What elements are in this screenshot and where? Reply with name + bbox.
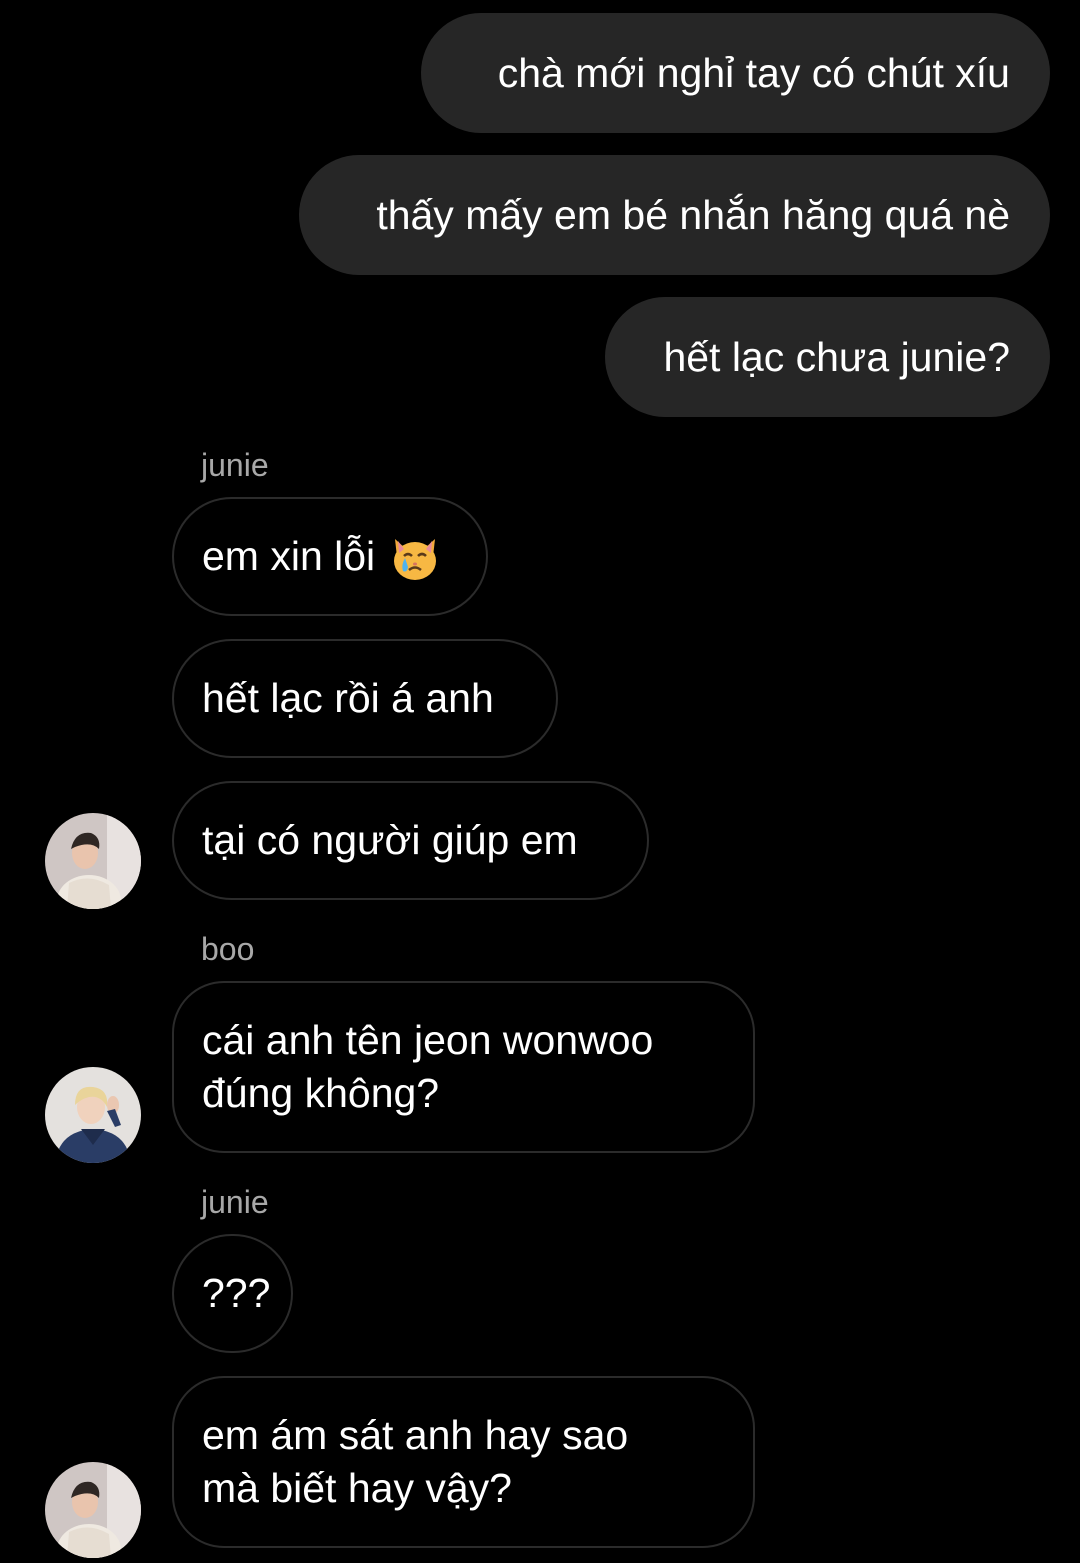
message-text: thấy mấy em bé nhắn hăng quá nè: [376, 191, 1010, 238]
message-text-line: cái anh tên jeon wonwoo: [202, 1017, 654, 1063]
message-text-line: em ám sát anh hay sao: [202, 1412, 629, 1458]
message-text: hết lạc chưa junie?: [663, 333, 1010, 380]
message-text: ???: [202, 1270, 271, 1316]
avatar[interactable]: [45, 1067, 141, 1163]
message-text-line: đúng không?: [202, 1070, 440, 1116]
avatar[interactable]: [45, 1462, 141, 1558]
message-text: em xin lỗi: [202, 533, 376, 579]
sender-name-label: junie: [201, 1184, 269, 1220]
incoming-message[interactable]: em ám sát anh hay sao mà biết hay vậy?: [172, 1376, 755, 1548]
incoming-message[interactable]: cái anh tên jeon wonwoo đúng không?: [172, 981, 755, 1153]
outgoing-message[interactable]: hết lạc chưa junie?: [605, 297, 1050, 417]
outgoing-message[interactable]: chà mới nghỉ tay có chút xíu: [421, 13, 1050, 133]
message-text: tại có người giúp em: [202, 817, 578, 863]
avatar[interactable]: [45, 813, 141, 909]
outgoing-message[interactable]: thấy mấy em bé nhắn hăng quá nè: [299, 155, 1050, 275]
incoming-message[interactable]: ???: [172, 1234, 293, 1353]
message-text-line: mà biết hay vậy?: [202, 1465, 512, 1511]
message-text: chà mới nghỉ tay có chút xíu: [497, 49, 1010, 96]
message-text: hết lạc rồi á anh: [202, 675, 494, 721]
incoming-message[interactable]: tại có người giúp em: [172, 781, 649, 900]
crying-cat-icon: [389, 531, 441, 583]
incoming-message[interactable]: em xin lỗi: [172, 497, 488, 616]
sender-name-label: boo: [201, 931, 255, 967]
incoming-message[interactable]: hết lạc rồi á anh: [172, 639, 558, 758]
sender-name-label: junie: [201, 447, 269, 483]
